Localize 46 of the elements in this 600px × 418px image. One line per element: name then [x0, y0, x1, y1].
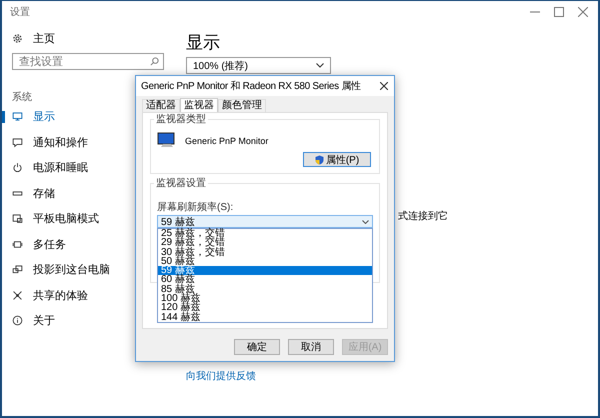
maximize-icon[interactable] — [554, 7, 564, 17]
monitor-name: Generic PnP Monitor — [185, 136, 268, 146]
refresh-rate-label: 屏幕刷新频率(S): — [157, 200, 234, 212]
search-icon — [150, 57, 159, 66]
dialog-tab[interactable]: 颜色管理 — [218, 99, 266, 112]
feedback-link[interactable]: 向我们提供反馈 — [186, 369, 256, 383]
home-link[interactable]: 主页 — [12, 29, 178, 47]
section-label: 系统 — [12, 90, 33, 104]
nav-item[interactable]: 通知和操作 — [12, 130, 178, 155]
dropdown-option[interactable]: 120 赫兹 — [158, 303, 372, 313]
dropdown-option[interactable]: 144 赫兹 — [158, 312, 372, 322]
shield-icon — [314, 154, 324, 164]
scale-dropdown[interactable]: 100% (推荐) — [186, 57, 331, 74]
window-title: 设置 — [10, 6, 30, 19]
properties-button[interactable]: 属性(P) — [303, 152, 371, 167]
settings-icon — [12, 32, 23, 44]
refresh-rate-dropdown[interactable]: 59 赫兹 — [157, 215, 373, 228]
search-field[interactable]: 查找设置 — [12, 53, 164, 70]
dialog-tab[interactable]: 适配器 — [142, 99, 180, 112]
page-heading: 显示 — [186, 32, 221, 53]
tablet-icon — [12, 213, 23, 224]
dialog-tab[interactable]: 监视器 — [180, 98, 218, 112]
multitask-icon — [12, 238, 23, 250]
dropdown-option[interactable]: 85 赫兹 — [158, 284, 372, 294]
monitor-icon — [12, 111, 23, 122]
description-text: 式连接到它 — [398, 210, 448, 223]
monitor-icon — [157, 132, 177, 150]
dropdown-option[interactable]: 50 赫兹 — [158, 256, 372, 266]
dialog-button[interactable]: 确定 — [234, 339, 280, 355]
message-icon — [12, 136, 23, 148]
dropdown-option[interactable]: 60 赫兹 — [158, 275, 372, 285]
dropdown-option[interactable]: 100 赫兹 — [158, 294, 372, 304]
dropdown-option[interactable]: 30 赫兹，交错 — [158, 248, 372, 257]
dropdown-option[interactable]: 25 赫兹，交错 — [158, 229, 372, 238]
group-title: 监视器设置 — [154, 178, 208, 189]
group-title: 监视器类型 — [154, 114, 208, 125]
project-icon — [12, 264, 23, 276]
dropdown-option[interactable]: 29 赫兹，交错 — [158, 238, 372, 248]
power-icon — [12, 162, 23, 174]
chevron-icon — [316, 63, 324, 68]
dialog-title: Generic PnP Monitor 和 Radeon RX 580 Series 属性 — [141, 80, 361, 93]
info-icon — [12, 315, 23, 326]
chevron-icon — [362, 220, 369, 224]
share-icon — [12, 290, 23, 301]
dialog-button[interactable]: 取消 — [288, 339, 334, 355]
close-icon[interactable] — [380, 82, 388, 90]
